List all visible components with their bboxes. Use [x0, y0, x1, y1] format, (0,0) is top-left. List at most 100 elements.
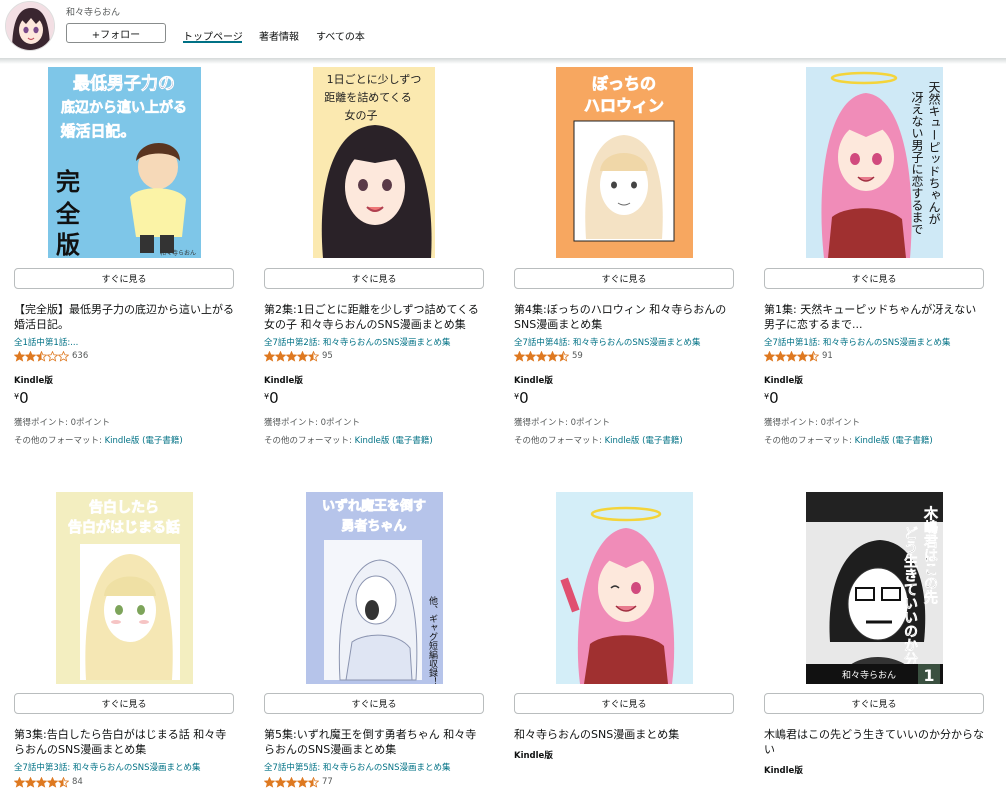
author-header: 和々寺らおん +フォロー トップページ 著者情報 すべての本 [0, 0, 1006, 58]
star-icon [547, 350, 558, 362]
cover-title-line: ハロウィン [584, 96, 664, 115]
star-icon [558, 350, 569, 362]
rating-count: 636 [72, 351, 89, 361]
book-title[interactable]: 第1集: 天然キューピッドちゃんが冴えない男子に恋するまで... [764, 302, 986, 332]
book-title[interactable]: 第4集:ぼっちのハロウィン 和々寺らおんのSNS漫画まとめ集 [514, 302, 736, 332]
cover-title-line: 勇者ちゃん [341, 518, 406, 534]
star-icon [525, 350, 536, 362]
active-tab-underline [183, 41, 242, 43]
format-label[interactable]: Kindle版 [14, 374, 53, 386]
series-link[interactable]: 全1話中第1話:... [14, 336, 78, 348]
star-icon [764, 350, 775, 362]
cover-title-line: 木嶋君はこの先 [922, 505, 939, 605]
other-formats-label: その他のフォーマット: [14, 436, 105, 446]
format-label[interactable]: Kindle版 [514, 374, 553, 386]
book-title[interactable]: 第2集:1日ごとに距離を少しずつ詰めてくる女の子 和々寺らおんのSNS漫画まとめ… [264, 302, 486, 332]
price[interactable]: ¥ 0 [514, 390, 529, 406]
rating-count: 84 [72, 777, 83, 787]
book-cover[interactable] [556, 492, 693, 684]
star-icon [264, 776, 275, 788]
tab-all-books[interactable]: すべての本 [316, 28, 365, 43]
star-icon [14, 350, 25, 362]
series-link[interactable]: 全7話中第5話: 和々寺らおんのSNS漫画まとめ集 [264, 761, 451, 773]
rating-count: 59 [572, 351, 583, 361]
price[interactable]: ¥ 0 [764, 390, 779, 406]
format-label[interactable]: Kindle版 [264, 374, 303, 386]
star-rating-icon [14, 350, 69, 362]
author-name[interactable]: 和々寺らおん [66, 5, 120, 18]
series-link[interactable]: 全7話中第2話: 和々寺らおんのSNS漫画まとめ集 [264, 336, 451, 348]
book-cover[interactable]: 告白したら 告白がはじまる話 [56, 492, 193, 684]
look-inside-button[interactable]: すぐに見る [14, 693, 234, 714]
price-value: 0 [519, 389, 529, 407]
star-icon [308, 350, 319, 362]
book-cover[interactable]: 最低男子力の 底辺から這い上がる 婚活日記。 完 全 版 和々寺らおん [48, 67, 201, 258]
other-formats: その他のフォーマット: Kindle版 (電子書籍) [514, 434, 683, 446]
svg-text:完: 完 [56, 168, 80, 196]
book-cover[interactable]: 1日ごとに少しずつ 距離を詰めてくる 女の子 [313, 67, 435, 258]
star-icon [36, 776, 47, 788]
book-title[interactable]: 和々寺らおんのSNS漫画まとめ集 [514, 727, 736, 742]
book-title[interactable]: 第3集:告白したら告白がはじまる話 和々寺らおんのSNS漫画まとめ集 [14, 727, 236, 757]
cover-title-line: 告白したら [89, 499, 159, 516]
book-title[interactable]: 木嶋君はこの先どう生きていいのか分からない [764, 727, 986, 757]
price-value: 0 [269, 389, 279, 407]
look-inside-button[interactable]: すぐに見る [514, 693, 734, 714]
look-inside-button[interactable]: すぐに見る [764, 693, 984, 714]
rating[interactable]: 91 [764, 350, 833, 362]
price[interactable]: ¥ 0 [264, 390, 279, 406]
series-link[interactable]: 全7話中第1話: 和々寺らおんのSNS漫画まとめ集 [764, 336, 951, 348]
star-icon [275, 350, 286, 362]
series-link[interactable]: 全7話中第3話: 和々寺らおんのSNS漫画まとめ集 [14, 761, 201, 773]
cover-side-text: 他、ギャグ短編収録！ [427, 595, 438, 684]
book-title[interactable]: 【完全版】最低男子力の底辺から這い上がる婚活日記。 [14, 302, 236, 332]
book-cover[interactable]: いずれ魔王を倒す 勇者ちゃん 他、ギャグ短編収録！ [306, 492, 443, 684]
points-text: 獲得ポイント: 0ポイント [264, 418, 360, 428]
rating[interactable]: 84 [14, 776, 83, 788]
rating[interactable]: 59 [514, 350, 583, 362]
star-rating-icon [14, 776, 69, 788]
svg-text:版: 版 [56, 231, 80, 258]
format-label[interactable]: Kindle版 [764, 764, 803, 776]
book-cover[interactable]: 天然キューピッドちゃんが 冴えない男子に恋するまで [806, 67, 943, 258]
star-icon [58, 776, 69, 788]
look-inside-button[interactable]: すぐに見る [14, 268, 234, 289]
price-value: 0 [769, 389, 779, 407]
other-formats: その他のフォーマット: Kindle版 (電子書籍) [14, 434, 183, 446]
star-rating-icon [264, 776, 319, 788]
author-avatar[interactable] [5, 1, 55, 51]
book-cover[interactable]: 木嶋君はこの先 どう生きていいのか分からない 和々寺らおん 1 [806, 492, 943, 684]
follow-button[interactable]: +フォロー [66, 23, 166, 43]
other-formats-label: その他のフォーマット: [264, 436, 355, 446]
star-icon [36, 350, 47, 362]
svg-text:全: 全 [55, 200, 81, 228]
star-icon [286, 350, 297, 362]
price[interactable]: ¥ 0 [14, 390, 29, 406]
rating[interactable]: 636 [14, 350, 88, 362]
series-link[interactable]: 全7話中第4話: 和々寺らおんのSNS漫画まとめ集 [514, 336, 701, 348]
other-formats-link[interactable]: Kindle版 (電子書籍) [855, 436, 933, 446]
look-inside-button[interactable]: すぐに見る [764, 268, 984, 289]
cover-title-line: 最低男子力の [73, 73, 175, 94]
other-formats-link[interactable]: Kindle版 (電子書籍) [355, 436, 433, 446]
rating[interactable]: 77 [264, 776, 333, 788]
price-value: 0 [19, 389, 29, 407]
format-label[interactable]: Kindle版 [514, 749, 553, 761]
other-formats-link[interactable]: Kindle版 (電子書籍) [105, 436, 183, 446]
star-icon [58, 350, 69, 362]
points-text: 獲得ポイント: 0ポイント [764, 418, 860, 428]
tab-author-info[interactable]: 著者情報 [259, 28, 299, 43]
cover-credit: 和々寺らおん [160, 249, 196, 257]
book-cover[interactable]: ぼっちの ハロウィン [556, 67, 693, 258]
cover-title-line: 冴えない男子に恋するまで [910, 91, 924, 235]
look-inside-button[interactable]: すぐに見る [264, 268, 484, 289]
look-inside-button[interactable]: すぐに見る [264, 693, 484, 714]
format-label[interactable]: Kindle版 [764, 374, 803, 386]
look-inside-button[interactable]: すぐに見る [514, 268, 734, 289]
book-title[interactable]: 第5集:いずれ魔王を倒す勇者ちゃん 和々寺らおんのSNS漫画まとめ集 [264, 727, 486, 757]
header-divider [0, 58, 1006, 64]
star-icon [25, 776, 36, 788]
points-text: 獲得ポイント: 0ポイント [14, 418, 110, 428]
other-formats-link[interactable]: Kindle版 (電子書籍) [605, 436, 683, 446]
rating[interactable]: 95 [264, 350, 333, 362]
